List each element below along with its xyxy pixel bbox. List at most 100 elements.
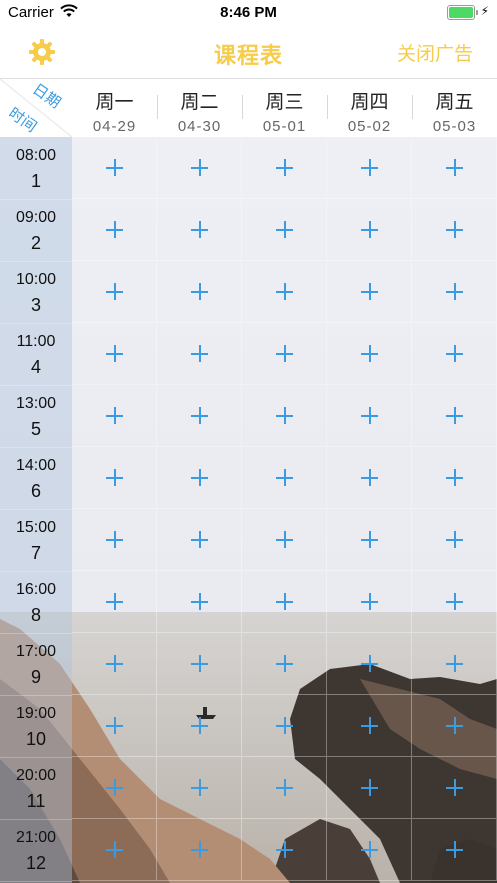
add-course-cell[interactable] <box>327 757 412 819</box>
plus-icon[interactable] <box>446 531 463 548</box>
plus-icon[interactable] <box>191 655 208 672</box>
plus-icon[interactable] <box>106 531 123 548</box>
add-course-cell[interactable] <box>157 261 242 323</box>
plus-icon[interactable] <box>191 841 208 858</box>
add-course-cell[interactable] <box>242 323 327 385</box>
add-course-cell[interactable] <box>412 323 497 385</box>
add-course-cell[interactable] <box>72 199 157 261</box>
plus-icon[interactable] <box>361 779 378 796</box>
plus-icon[interactable] <box>106 159 123 176</box>
plus-icon[interactable] <box>276 593 293 610</box>
plus-icon[interactable] <box>361 841 378 858</box>
add-course-cell[interactable] <box>412 261 497 323</box>
plus-icon[interactable] <box>446 779 463 796</box>
plus-icon[interactable] <box>361 655 378 672</box>
add-course-cell[interactable] <box>157 819 242 881</box>
add-course-cell[interactable] <box>157 571 242 633</box>
plus-icon[interactable] <box>276 717 293 734</box>
add-course-cell[interactable] <box>242 509 327 571</box>
plus-icon[interactable] <box>276 407 293 424</box>
plus-icon[interactable] <box>276 841 293 858</box>
add-course-cell[interactable] <box>327 137 412 199</box>
add-course-cell[interactable] <box>242 571 327 633</box>
add-course-cell[interactable] <box>327 633 412 695</box>
plus-icon[interactable] <box>106 593 123 610</box>
add-course-cell[interactable] <box>412 137 497 199</box>
plus-icon[interactable] <box>276 159 293 176</box>
plus-icon[interactable] <box>361 469 378 486</box>
add-course-cell[interactable] <box>412 447 497 509</box>
add-course-cell[interactable] <box>157 323 242 385</box>
plus-icon[interactable] <box>361 345 378 362</box>
add-course-cell[interactable] <box>72 571 157 633</box>
add-course-cell[interactable] <box>242 447 327 509</box>
plus-icon[interactable] <box>446 345 463 362</box>
plus-icon[interactable] <box>276 469 293 486</box>
add-course-cell[interactable] <box>412 757 497 819</box>
add-course-cell[interactable] <box>72 695 157 757</box>
plus-icon[interactable] <box>106 407 123 424</box>
add-course-cell[interactable] <box>327 261 412 323</box>
add-course-cell[interactable] <box>72 757 157 819</box>
plus-icon[interactable] <box>446 159 463 176</box>
plus-icon[interactable] <box>191 345 208 362</box>
plus-icon[interactable] <box>191 469 208 486</box>
add-course-cell[interactable] <box>72 323 157 385</box>
add-course-cell[interactable] <box>242 819 327 881</box>
add-course-cell[interactable] <box>412 633 497 695</box>
add-course-cell[interactable] <box>242 137 327 199</box>
plus-icon[interactable] <box>191 593 208 610</box>
add-course-cell[interactable] <box>327 509 412 571</box>
plus-icon[interactable] <box>446 407 463 424</box>
add-course-cell[interactable] <box>157 509 242 571</box>
plus-icon[interactable] <box>361 717 378 734</box>
plus-icon[interactable] <box>106 655 123 672</box>
add-course-cell[interactable] <box>327 199 412 261</box>
add-course-cell[interactable] <box>242 199 327 261</box>
add-course-cell[interactable] <box>242 385 327 447</box>
plus-icon[interactable] <box>276 655 293 672</box>
add-course-cell[interactable] <box>412 199 497 261</box>
add-course-cell[interactable] <box>157 633 242 695</box>
plus-icon[interactable] <box>191 159 208 176</box>
add-course-cell[interactable] <box>157 695 242 757</box>
add-course-cell[interactable] <box>327 571 412 633</box>
add-course-cell[interactable] <box>72 385 157 447</box>
plus-icon[interactable] <box>106 717 123 734</box>
add-course-cell[interactable] <box>412 695 497 757</box>
plus-icon[interactable] <box>106 283 123 300</box>
add-course-cell[interactable] <box>327 695 412 757</box>
plus-icon[interactable] <box>446 655 463 672</box>
plus-icon[interactable] <box>446 469 463 486</box>
add-course-cell[interactable] <box>242 633 327 695</box>
plus-icon[interactable] <box>361 407 378 424</box>
add-course-cell[interactable] <box>242 695 327 757</box>
add-course-cell[interactable] <box>157 447 242 509</box>
plus-icon[interactable] <box>361 159 378 176</box>
plus-icon[interactable] <box>361 283 378 300</box>
close-ads-button[interactable]: 关闭广告 <box>397 39 473 66</box>
plus-icon[interactable] <box>361 593 378 610</box>
add-course-cell[interactable] <box>327 323 412 385</box>
plus-icon[interactable] <box>276 779 293 796</box>
plus-icon[interactable] <box>191 531 208 548</box>
add-course-cell[interactable] <box>412 385 497 447</box>
plus-icon[interactable] <box>446 593 463 610</box>
plus-icon[interactable] <box>106 345 123 362</box>
plus-icon[interactable] <box>191 407 208 424</box>
plus-icon[interactable] <box>106 221 123 238</box>
plus-icon[interactable] <box>106 841 123 858</box>
plus-icon[interactable] <box>446 221 463 238</box>
plus-icon[interactable] <box>191 221 208 238</box>
add-course-cell[interactable] <box>72 137 157 199</box>
plus-icon[interactable] <box>191 779 208 796</box>
add-course-cell[interactable] <box>157 385 242 447</box>
plus-icon[interactable] <box>191 283 208 300</box>
plus-icon[interactable] <box>446 841 463 858</box>
add-course-cell[interactable] <box>412 509 497 571</box>
add-course-cell[interactable] <box>412 819 497 881</box>
plus-icon[interactable] <box>106 779 123 796</box>
plus-icon[interactable] <box>361 221 378 238</box>
add-course-cell[interactable] <box>157 137 242 199</box>
add-course-cell[interactable] <box>72 509 157 571</box>
